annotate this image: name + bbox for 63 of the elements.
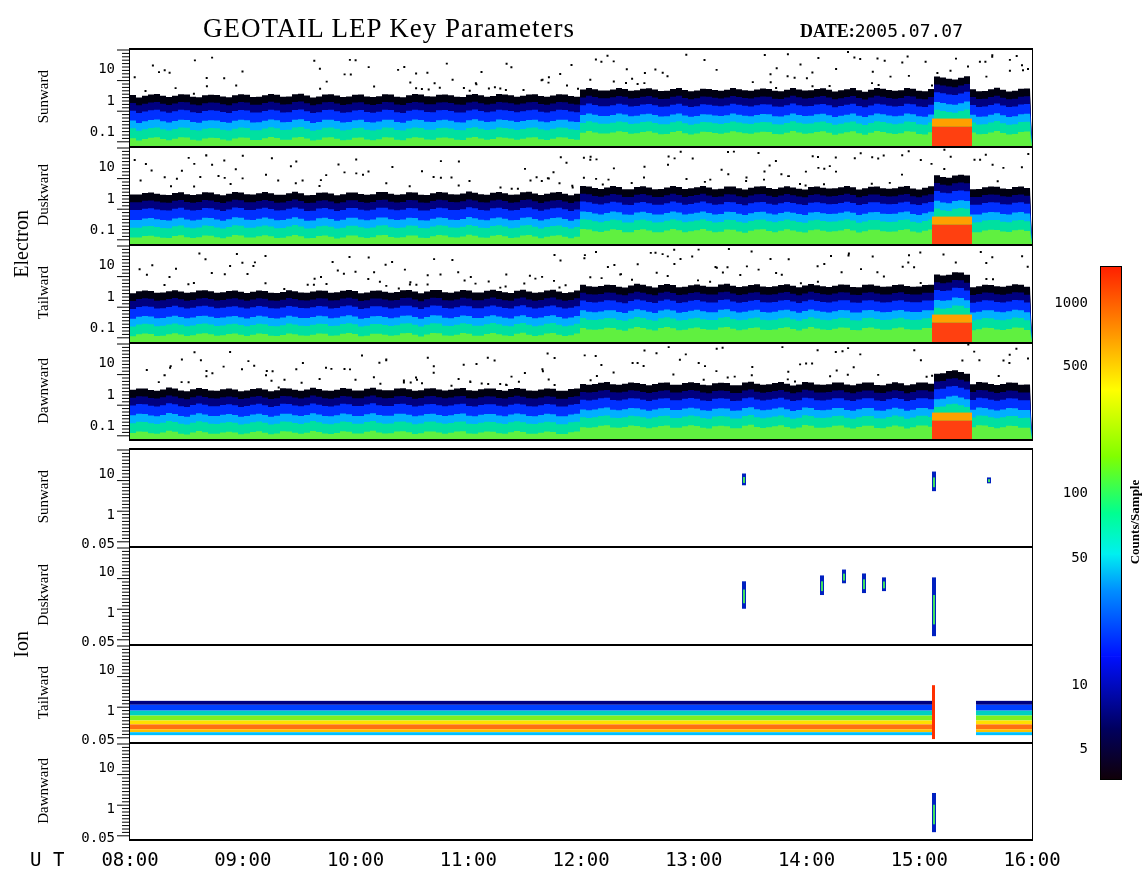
- axis-tick-label: 0.1: [89, 221, 115, 238]
- colorbar-tick-label: 500: [1062, 356, 1088, 373]
- signal-streak: [932, 793, 936, 833]
- axis-tick-label: 1: [106, 189, 115, 206]
- date-label: DATE:2005.07.07: [800, 20, 964, 43]
- axis-tick-label: 10:00: [326, 848, 385, 870]
- axis-tick-label: 16:00: [1003, 848, 1061, 870]
- group-label: Ion: [9, 630, 33, 658]
- axis-tick-label: 1: [106, 603, 115, 620]
- group-label: Electron: [9, 210, 33, 278]
- colorbar-tick-label: 50: [1071, 548, 1088, 565]
- signal-streak: [987, 477, 991, 484]
- signal-streak: [882, 577, 886, 592]
- panel-label: Duskward: [34, 564, 52, 626]
- panel-label: Dawnward: [34, 358, 52, 424]
- panel-label: Tailward: [34, 266, 52, 320]
- axis-tick-label: 1: [106, 385, 115, 402]
- axis-tick-label: 1: [106, 701, 115, 718]
- axis-tick-label: 10: [98, 661, 115, 678]
- axis-tick-label: 10: [98, 59, 115, 76]
- axis-tick-label: 1: [106, 799, 115, 816]
- axis-tick-label: 11:00: [439, 848, 497, 870]
- axis-tick-label: 08:00: [101, 848, 159, 870]
- axis-tick-label: 0.05: [81, 632, 115, 649]
- axis-tick-label: 12:00: [552, 848, 610, 870]
- axis-tick-label: 10: [98, 759, 115, 776]
- axis-tick-label: 1: [106, 287, 115, 304]
- axis-tick-label: 09:00: [214, 848, 272, 870]
- panel-label: Duskward: [34, 164, 52, 226]
- plot-title: GEOTAIL LEP Key Parameters: [203, 13, 576, 44]
- panel-label: Sunward: [34, 470, 52, 524]
- axis-tick-label: 10: [98, 563, 115, 580]
- axis-tick-label: 0.05: [81, 828, 115, 845]
- signal-streak: [742, 581, 746, 609]
- colorbar-tick-label: 1000: [1054, 293, 1088, 310]
- colorbar-label: Counts/Sample: [1127, 479, 1142, 565]
- axis-tick-label: 15:00: [890, 848, 948, 870]
- axis-tick-label: 13:00: [665, 848, 723, 870]
- colorbar-tick-label: 5: [1079, 740, 1088, 757]
- signal-streak: [932, 577, 936, 637]
- signal-streak: [842, 569, 846, 584]
- axis-tick-label: 10: [98, 255, 115, 272]
- axis-tick-label: 0.05: [81, 534, 115, 551]
- axis-tick-label: 1: [106, 505, 115, 522]
- axis-tick-label: 1: [106, 91, 115, 108]
- colorbar-tick-label: 10: [1071, 676, 1088, 693]
- axis-tick-label: 0.1: [89, 417, 115, 434]
- axis-tick-label: 14:00: [777, 848, 836, 870]
- axis-tick-label: 0.1: [89, 319, 115, 336]
- signal-streak: [820, 575, 824, 595]
- axis-tick-label: 10: [98, 157, 115, 174]
- colorbar-tick-label: 100: [1062, 484, 1088, 501]
- signal-streak: [862, 573, 866, 594]
- axis-tick-label: 10: [98, 465, 115, 482]
- panel-label: Tailward: [34, 666, 52, 720]
- signal-streak: [932, 471, 936, 492]
- axis-tick-label: 0.1: [89, 123, 115, 140]
- signal-streak: [742, 473, 746, 486]
- axis-tick-label: 0.05: [81, 730, 115, 747]
- axis-label: U T: [30, 848, 65, 870]
- panel-label: Sunward: [34, 70, 52, 124]
- panel-label: Dawnward: [34, 758, 52, 824]
- axis-tick-label: 10: [98, 353, 115, 370]
